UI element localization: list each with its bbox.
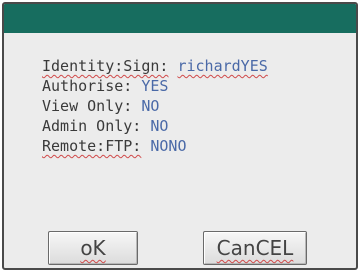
remote-ftp-value: NONO (150, 137, 187, 155)
authorise-value: YES (141, 77, 169, 95)
ok-button[interactable]: oK (48, 231, 138, 265)
field-list: Identity:Sign: richardYES Authorise: YES… (42, 56, 268, 156)
field-row-admin-only: Admin Only: NO (42, 116, 268, 136)
identity-sign-label: Identity:Sign: (42, 57, 169, 75)
admin-only-value: NO (150, 117, 169, 135)
field-row-identity-sign: Identity:Sign: richardYES (42, 56, 268, 76)
field-row-remote-ftp: Remote:FTP: NONO (42, 136, 268, 156)
field-row-authorise: Authorise: YES (42, 76, 268, 96)
cancel-button[interactable]: CanCEL (203, 231, 307, 265)
cancel-button-label: CanCEL (216, 236, 294, 260)
admin-only-label: Admin Only: (42, 117, 142, 135)
field-row-view-only: View Only: NO (42, 96, 268, 116)
authorise-label: Authorise: (42, 77, 133, 95)
view-only-value: NO (141, 97, 160, 115)
remote-ftp-label: Remote:FTP: (42, 137, 142, 155)
ok-button-label: oK (80, 236, 106, 260)
identity-sign-value: richardYES (177, 57, 268, 75)
dialog-titlebar[interactable] (4, 4, 356, 33)
view-only-label: View Only: (42, 97, 133, 115)
user-info-dialog: Identity:Sign: richardYES Authorise: YES… (2, 2, 358, 270)
